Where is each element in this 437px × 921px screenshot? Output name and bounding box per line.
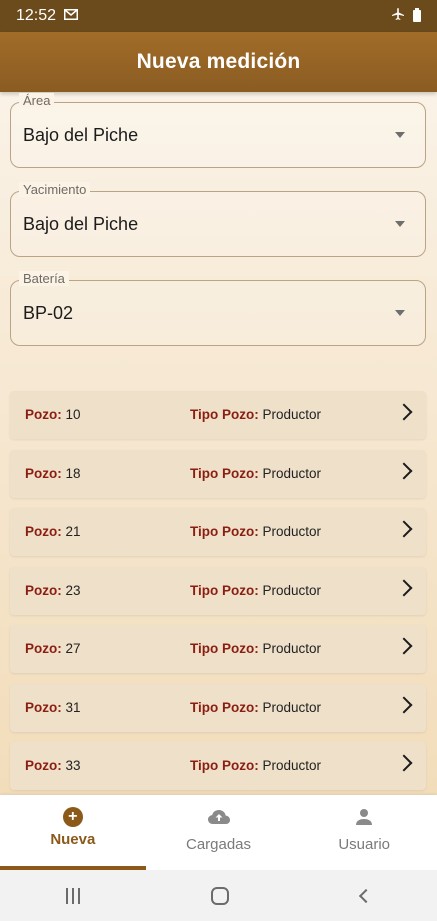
tipo-pozo-value: Productor (262, 524, 322, 539)
pozo-label: Pozo: (25, 524, 62, 539)
area-label: Área (19, 93, 55, 108)
tipo-pozo-label: Tipo Pozo: (190, 758, 259, 773)
pozo-number: 27 (65, 641, 81, 656)
pozo-list: Pozo: 10 Tipo Pozo: Productor Pozo: 18 T… (10, 391, 426, 801)
pozo-number: 10 (65, 407, 81, 422)
battery-icon (413, 8, 421, 22)
pozo-label: Pozo: (25, 465, 62, 481)
tipo-pozo-value: Productor (262, 582, 322, 598)
pozo-number: 33 (65, 758, 81, 773)
app-bar: Nueva medición (0, 32, 437, 92)
status-time: 12:52 (16, 7, 57, 24)
gmail-icon (64, 7, 79, 25)
area-dropdown[interactable]: Área Bajo del Piche (10, 93, 426, 168)
list-item[interactable]: Pozo: 21 Tipo Pozo: Productor (10, 508, 426, 556)
chevron-right-icon (395, 462, 413, 479)
pozo-label: Pozo: (25, 699, 62, 715)
list-item[interactable]: Pozo: 23 Tipo Pozo: Productor (10, 566, 426, 615)
cloud-upload-icon (207, 807, 231, 832)
tipo-pozo-label: Tipo Pozo: (190, 465, 259, 481)
pozo-number: 18 (65, 465, 81, 481)
bottom-navigation: + Nueva Cargadas Usuario (0, 795, 437, 870)
tipo-pozo-value: Productor (262, 699, 322, 715)
tipo-pozo-value: Productor (262, 465, 322, 481)
yacimiento-label: Yacimiento (19, 182, 91, 197)
dropdown-arrow-icon (395, 310, 405, 316)
recent-apps-icon[interactable] (65, 887, 80, 904)
tipo-pozo-label: Tipo Pozo: (190, 407, 259, 422)
tipo-pozo-value: Productor (262, 758, 322, 773)
chevron-right-icon (395, 403, 413, 421)
tipo-pozo-value: Productor (262, 641, 322, 656)
airplane-icon (391, 7, 405, 26)
chevron-right-icon (395, 579, 413, 596)
pozo-label: Pozo: (25, 641, 62, 656)
chevron-right-icon (395, 520, 413, 538)
tipo-pozo-label: Tipo Pozo: (190, 641, 259, 656)
status-bar: 12:52 (0, 0, 437, 32)
home-icon[interactable] (211, 886, 230, 905)
chevron-right-icon (395, 754, 413, 772)
pozo-label: Pozo: (25, 582, 62, 598)
page-title: Nueva medición (136, 50, 301, 73)
system-navigation-bar (0, 870, 437, 921)
chevron-right-icon (395, 637, 413, 655)
nav-label-cargadas: Cargadas (185, 836, 252, 853)
nav-item-cargadas[interactable]: Cargadas (146, 795, 292, 870)
area-value: Bajo del Piche (23, 125, 139, 145)
pozo-number: 21 (65, 524, 81, 539)
bateria-value: BP-02 (23, 303, 74, 323)
list-item[interactable]: Pozo: 27 Tipo Pozo: Productor (10, 625, 426, 673)
list-item[interactable]: Pozo: 10 Tipo Pozo: Productor (10, 391, 426, 439)
tipo-pozo-label: Tipo Pozo: (190, 582, 259, 598)
person-icon (354, 807, 374, 832)
yacimiento-value: Bajo del Piche (23, 214, 139, 234)
nav-item-usuario[interactable]: Usuario (291, 795, 437, 870)
back-icon[interactable] (359, 888, 374, 903)
pozo-label: Pozo: (25, 758, 62, 773)
bateria-label: Batería (19, 271, 69, 286)
list-item[interactable]: Pozo: 18 Tipo Pozo: Productor (10, 449, 426, 498)
list-item[interactable]: Pozo: 33 Tipo Pozo: Productor (10, 742, 426, 790)
pozo-label: Pozo: (25, 407, 62, 422)
bateria-dropdown[interactable]: Batería BP-02 (10, 271, 426, 346)
chevron-right-icon (395, 696, 413, 713)
list-item[interactable]: Pozo: 31 Tipo Pozo: Productor (10, 683, 426, 732)
nav-label-usuario: Usuario (338, 836, 391, 853)
nav-item-nueva[interactable]: + Nueva (0, 795, 146, 870)
pozo-number: 31 (65, 699, 81, 715)
dropdown-arrow-icon (395, 221, 405, 227)
pozo-number: 23 (65, 582, 81, 598)
yacimiento-dropdown[interactable]: Yacimiento Bajo del Piche (10, 182, 426, 257)
add-circle-icon: + (62, 807, 83, 827)
tipo-pozo-label: Tipo Pozo: (190, 699, 259, 715)
dropdown-arrow-icon (395, 132, 405, 138)
tipo-pozo-label: Tipo Pozo: (190, 524, 259, 539)
tipo-pozo-value: Productor (262, 407, 322, 422)
nav-label-nueva: Nueva (50, 831, 96, 848)
